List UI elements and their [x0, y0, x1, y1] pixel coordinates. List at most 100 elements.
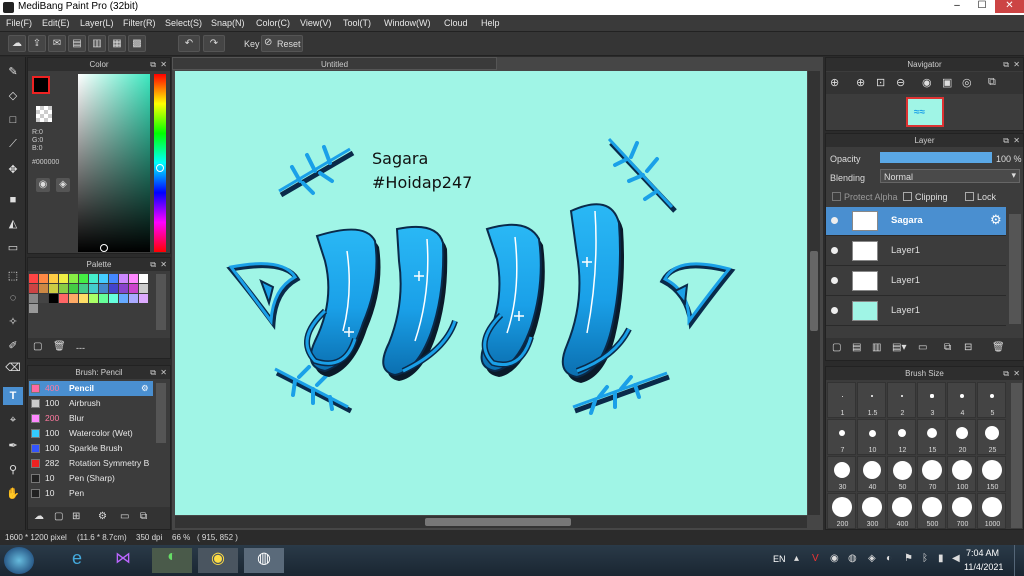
volume-icon[interactable]: ◀: [952, 553, 960, 564]
background-color-swatch[interactable]: [36, 106, 52, 122]
palette-swatch[interactable]: [139, 284, 148, 293]
fill-rect-tool-icon[interactable]: ■: [3, 191, 23, 209]
maximize-button[interactable]: ☐: [970, 0, 994, 13]
brush-size-cell[interactable]: 200: [827, 493, 856, 529]
visibility-eye-icon[interactable]: [831, 247, 838, 254]
menu-select[interactable]: Select(S): [165, 18, 202, 28]
panel-expand-icon[interactable]: ⧉: [1003, 58, 1009, 71]
brush-list-item[interactable]: 282 Rotation Symmetry B: [29, 456, 153, 471]
palette-swatch[interactable]: [139, 294, 148, 303]
layer-row[interactable]: Sagara ⚙: [826, 207, 1006, 236]
clipping-checkbox[interactable]: [903, 192, 912, 201]
eyedropper-tool-icon[interactable]: ✒: [3, 437, 23, 455]
palette-swatch[interactable]: [89, 294, 98, 303]
zoom-in-alt-icon[interactable]: ⊕: [856, 76, 865, 89]
hue-slider[interactable]: [154, 74, 166, 252]
select-tool-icon[interactable]: ⬚: [3, 267, 23, 285]
comment-icon[interactable]: ✉: [48, 35, 66, 52]
brush-cloud-icon[interactable]: ☁: [34, 511, 44, 522]
network-icon[interactable]: ▮: [938, 553, 944, 564]
clock-date[interactable]: 11/4/2021: [964, 562, 1003, 572]
zoom-out-icon[interactable]: ⊖: [896, 76, 905, 89]
menu-view[interactable]: View(V): [300, 18, 331, 28]
minimize-button[interactable]: –: [945, 0, 969, 13]
menu-layer[interactable]: Layer(L): [80, 18, 114, 28]
palette-swatch[interactable]: [109, 294, 118, 303]
actual-size-icon[interactable]: ▣: [942, 76, 952, 89]
new-brush-icon[interactable]: ▢: [54, 511, 63, 522]
menu-filter[interactable]: Filter(R): [123, 18, 156, 28]
saturation-value-picker[interactable]: [78, 74, 150, 252]
brush-size-cell[interactable]: 30: [827, 456, 856, 492]
palette-swatch[interactable]: [99, 294, 108, 303]
palette-swatch[interactable]: [29, 304, 38, 313]
magic-wand-icon[interactable]: ✧: [3, 313, 23, 331]
brush-size-cell[interactable]: 150: [977, 456, 1006, 492]
palette-swatch[interactable]: [109, 274, 118, 283]
menu-snap[interactable]: Snap(N): [211, 18, 245, 28]
brush-size-cell[interactable]: 500: [917, 493, 946, 529]
panel-close-icon[interactable]: ✕: [160, 58, 167, 71]
close-button[interactable]: ✕: [995, 0, 1024, 13]
palette-swatch[interactable]: [139, 274, 148, 283]
cloud-icon[interactable]: ☁: [8, 35, 26, 52]
delete-layer-icon[interactable]: 🗑: [992, 342, 1005, 353]
fit-icon[interactable]: ⊡: [876, 76, 885, 89]
visibility-eye-icon[interactable]: [831, 277, 838, 284]
palette-swatch[interactable]: [129, 294, 138, 303]
brush-size-cell[interactable]: 50: [887, 456, 916, 492]
new-8bit-layer-icon[interactable]: ▤: [852, 342, 861, 353]
tray-app-icon[interactable]: V: [812, 553, 819, 564]
palette-swatch[interactable]: [29, 294, 38, 303]
palette-scrollbar[interactable]: [156, 274, 166, 330]
bucket-tool-icon[interactable]: ◭: [3, 215, 23, 233]
vertical-scroll-thumb[interactable]: [810, 251, 818, 331]
brush-list-item[interactable]: 100 Sparkle Brush: [29, 441, 153, 456]
delete-palette-icon[interactable]: 🗑: [53, 341, 66, 352]
layer-row[interactable]: Layer1: [826, 297, 1006, 326]
brush-size-cell[interactable]: 1: [827, 382, 856, 418]
tray-chevron-icon[interactable]: ▴: [794, 553, 799, 564]
reset-button[interactable]: ⊘ Reset: [261, 35, 303, 52]
panel-close-icon[interactable]: ✕: [160, 366, 167, 379]
select-eraser-icon[interactable]: ⌫: [3, 359, 23, 377]
app-icon-green[interactable]: ◐: [152, 548, 192, 573]
palette-swatch[interactable]: [39, 274, 48, 283]
panel-expand-icon[interactable]: ⧉: [150, 258, 156, 271]
palette-swatches[interactable]: [29, 274, 149, 314]
panel-close-icon[interactable]: ✕: [1013, 58, 1020, 71]
add-brush-icon[interactable]: ⊞: [72, 511, 80, 522]
menu-edit[interactable]: Edit(E): [42, 18, 70, 28]
blending-dropdown[interactable]: Normal ▾: [880, 169, 1020, 183]
brush-size-cell[interactable]: 1000: [977, 493, 1006, 529]
panel-close-icon[interactable]: ✕: [160, 258, 167, 271]
hue-slider-handle[interactable]: [156, 164, 164, 172]
rotate-icon[interactable]: ◉: [922, 76, 932, 89]
palette-swatch[interactable]: [89, 274, 98, 283]
eraser-tool-icon[interactable]: ◇: [3, 87, 23, 105]
folder-icon[interactable]: ▭: [918, 342, 927, 353]
brush-size-cell[interactable]: 25: [977, 419, 1006, 455]
reset-view-icon[interactable]: ◎: [962, 76, 972, 89]
operation-tool-icon[interactable]: ⌖: [3, 411, 23, 429]
brush-size-cell[interactable]: 10: [857, 419, 886, 455]
brush-size-cell[interactable]: 700: [947, 493, 976, 529]
internet-explorer-icon[interactable]: e: [60, 548, 94, 573]
layer-menu-icon[interactable]: ▤▾: [892, 342, 906, 353]
redo-icon[interactable]: ↷: [203, 35, 225, 52]
color-picker-cursor[interactable]: [100, 244, 108, 252]
panel-expand-icon[interactable]: ⧉: [1003, 134, 1009, 147]
tray-app4-icon[interactable]: ◐: [886, 553, 892, 564]
language-indicator[interactable]: EN: [773, 554, 786, 564]
panel-close-icon[interactable]: ✕: [1013, 367, 1020, 380]
palette-swatch[interactable]: [39, 294, 48, 303]
layer-row[interactable]: Layer1: [826, 267, 1006, 296]
brush-list-item[interactable]: 200 Blur: [29, 411, 153, 426]
color-history-icon[interactable]: ◈: [56, 178, 70, 192]
upload-icon[interactable]: ⇪: [28, 35, 46, 52]
brush-size-cell[interactable]: 100: [947, 456, 976, 492]
brush-size-cell[interactable]: 5: [977, 382, 1006, 418]
palette-swatch[interactable]: [59, 284, 68, 293]
brush-size-cell[interactable]: 12: [887, 419, 916, 455]
palette-swatch[interactable]: [79, 294, 88, 303]
